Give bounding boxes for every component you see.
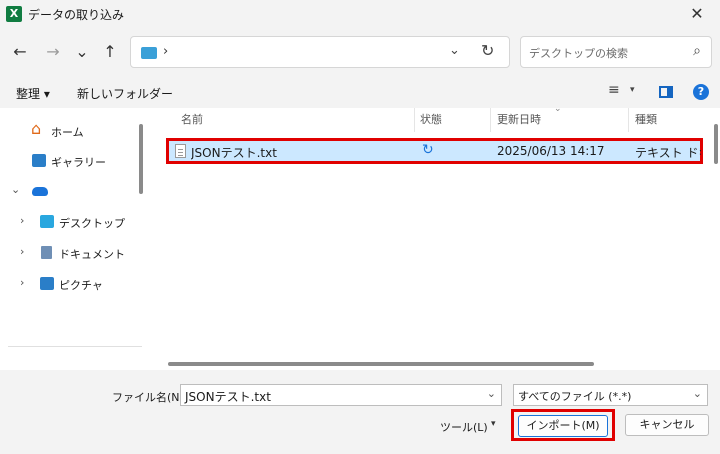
desktop-folder-icon: [40, 215, 54, 228]
desktop-folder-icon: [141, 47, 157, 59]
onedrive-icon: [32, 187, 48, 196]
command-bar: 整理 ▾ 新しいフォルダー ≡ ▾ ?: [0, 76, 720, 108]
forward-button[interactable]: →: [41, 40, 65, 64]
file-modified: 2025/06/13 14:17: [497, 144, 605, 158]
documents-folder-icon: [41, 246, 52, 259]
gallery-icon: [32, 154, 46, 167]
dialog-footer: ファイル名(N): JSONテスト.txt ⌄ すべてのファイル (*.*) ⌄…: [0, 370, 720, 454]
column-header-type[interactable]: 種類: [635, 108, 657, 132]
search-icon[interactable]: ⌕: [693, 43, 701, 59]
chevron-right-icon[interactable]: ›: [20, 245, 24, 258]
navigation-bar: ← → ⌄ ↑ › ⌄ ↻ ⌕: [0, 28, 720, 76]
file-type: テキスト ドキュメント: [635, 146, 701, 160]
file-list: 名前 状態 ⌄ 更新日時 種類 JSONテスト.txt ↻ 2025/06/13…: [150, 104, 720, 370]
excel-icon: X: [6, 6, 22, 22]
pictures-folder-icon: [40, 277, 54, 290]
column-divider[interactable]: [414, 108, 415, 132]
breadcrumb-separator[interactable]: ›: [163, 44, 168, 59]
back-button[interactable]: ←: [8, 40, 32, 64]
navigation-pane: ホーム ギャラリー ⌄ › デスクトップ › ドキュメント › ピクチャ: [0, 108, 150, 370]
filetype-value: すべてのファイル (*.*): [518, 390, 632, 403]
sidebar-item-onedrive[interactable]: ⌄: [0, 180, 140, 202]
column-header-name[interactable]: 名前: [181, 108, 203, 132]
filename-input[interactable]: JSONテスト.txt ⌄: [180, 384, 502, 406]
filetype-select[interactable]: すべてのファイル (*.*) ⌄: [513, 384, 708, 406]
close-button[interactable]: ✕: [674, 0, 720, 28]
sync-icon: ↻: [422, 142, 434, 158]
column-header-status[interactable]: 状態: [420, 108, 442, 132]
sidebar-item-pictures[interactable]: › ピクチャ: [0, 273, 140, 295]
chevron-down-icon[interactable]: ⌄: [487, 387, 496, 400]
filename-label: ファイル名(N):: [112, 391, 188, 404]
address-history-dropdown[interactable]: ⌄: [449, 43, 460, 58]
search-input[interactable]: [529, 44, 679, 62]
up-button[interactable]: ↑: [98, 40, 122, 64]
horizontal-scrollbar[interactable]: [168, 362, 594, 366]
refresh-icon[interactable]: ↻: [481, 41, 494, 60]
column-divider[interactable]: [628, 108, 629, 132]
chevron-down-icon[interactable]: ⌄: [11, 183, 20, 196]
new-folder-button[interactable]: 新しいフォルダー: [77, 85, 173, 102]
preview-pane-icon[interactable]: [659, 86, 673, 98]
window-title: データの取り込み: [28, 8, 125, 22]
column-divider[interactable]: [490, 108, 491, 132]
address-bar[interactable]: › ⌄ ↻: [130, 36, 510, 68]
sidebar-item-home[interactable]: ホーム: [0, 119, 140, 142]
sidebar-item-label: ピクチャ: [59, 279, 103, 292]
sidebar-item-documents[interactable]: › ドキュメント: [0, 242, 140, 264]
sidebar-item-desktop[interactable]: › デスクトップ: [0, 211, 140, 233]
home-icon: [31, 119, 46, 138]
file-name: JSONテスト.txt: [191, 146, 277, 160]
recent-locations-button[interactable]: ⌄: [70, 40, 94, 64]
sidebar-scrollbar[interactable]: [139, 124, 143, 194]
tools-dropdown-icon[interactable]: ▾: [491, 419, 496, 429]
chevron-right-icon[interactable]: ›: [20, 276, 24, 289]
sidebar-divider: [8, 346, 142, 347]
title-bar: X データの取り込み ✕: [0, 0, 720, 28]
sort-indicator-icon: ⌄: [554, 104, 562, 114]
search-box[interactable]: ⌕: [520, 36, 712, 68]
chevron-down-icon[interactable]: ⌄: [693, 387, 702, 400]
column-header-modified[interactable]: 更新日時: [497, 108, 541, 132]
sidebar-item-label: ギャラリー: [51, 156, 106, 169]
view-options-icon[interactable]: ≡: [608, 82, 620, 98]
sidebar-item-gallery[interactable]: ギャラリー: [0, 150, 140, 172]
sidebar-item-label: ドキュメント: [59, 248, 125, 261]
organize-button[interactable]: 整理 ▾: [16, 85, 50, 102]
import-button-highlight: インポート(M): [511, 409, 615, 441]
chevron-right-icon[interactable]: ›: [20, 214, 24, 227]
help-icon[interactable]: ?: [693, 84, 709, 100]
tools-menu-button[interactable]: ツール(L): [440, 419, 488, 435]
vertical-scrollbar[interactable]: [714, 124, 718, 164]
sidebar-item-label: ホーム: [51, 126, 84, 139]
file-row[interactable]: JSONテスト.txt ↻ 2025/06/13 14:17 テキスト ドキュメ…: [166, 138, 703, 164]
import-button[interactable]: インポート(M): [518, 415, 608, 437]
cancel-button[interactable]: キャンセル: [625, 414, 709, 436]
text-file-icon: [175, 144, 186, 158]
sidebar-item-label: デスクトップ: [59, 217, 125, 230]
filename-value: JSONテスト.txt: [185, 390, 271, 404]
view-options-dropdown[interactable]: ▾: [630, 85, 635, 95]
